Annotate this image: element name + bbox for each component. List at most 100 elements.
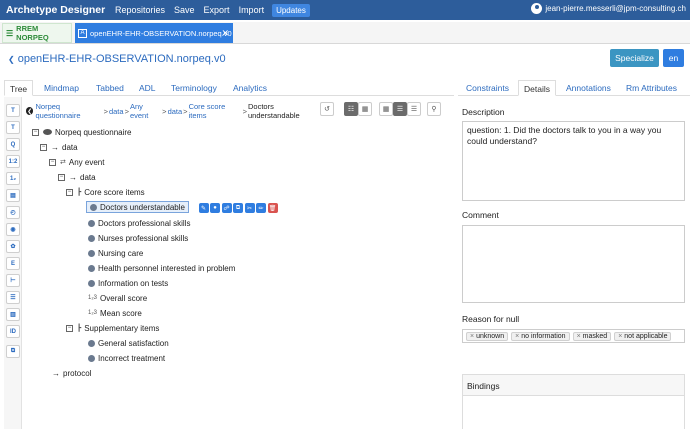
tree-node-any-event[interactable]: − ⇄ Any event bbox=[49, 156, 104, 168]
breadcrumb: ❮ Norpeq questionnaire > data > Any event >… bbox=[24, 102, 334, 120]
remove-icon[interactable]: × bbox=[515, 333, 519, 340]
repo-tab[interactable]: ☰ RREM NORPEQ bbox=[2, 23, 72, 43]
comment-field[interactable] bbox=[462, 225, 685, 303]
structure-icon[interactable]: ⊢ bbox=[6, 274, 20, 287]
null-reason-chip[interactable]: × unknown bbox=[466, 331, 509, 341]
tab-tree[interactable]: Tree bbox=[4, 80, 34, 96]
boolean-icon[interactable]: ◉ bbox=[6, 223, 20, 236]
count-icon: 1₂3 bbox=[88, 310, 98, 316]
breadcrumb-item[interactable]: Any event bbox=[130, 102, 161, 120]
list-view-icon[interactable]: ☰ bbox=[393, 102, 407, 116]
columns-view-icon[interactable]: ▦ bbox=[379, 102, 393, 116]
cluster-icon[interactable]: E bbox=[6, 257, 20, 270]
breadcrumb-item[interactable]: Norpeq questionnaire bbox=[35, 102, 102, 120]
tree-node-core-score-items[interactable]: − ┣ Core score items bbox=[66, 186, 145, 198]
link-icon[interactable]: ☍ bbox=[221, 203, 232, 213]
copy-icon[interactable]: ⧉ bbox=[6, 345, 20, 358]
identifier-icon[interactable]: ID bbox=[6, 325, 20, 338]
tree-node[interactable]: General satisfaction bbox=[88, 337, 169, 349]
compact-view-icon[interactable]: ☰ bbox=[407, 102, 421, 116]
open-archetype-tab[interactable]: A openEHR-EHR-OBSERVATION.norpeq.v0 ✕ bbox=[75, 23, 233, 43]
tree-node-data-2[interactable]: − → data bbox=[58, 171, 96, 183]
tree-node[interactable]: Health personnel interested in problem bbox=[88, 262, 235, 274]
description-label: Description bbox=[462, 107, 505, 117]
type-t-icon[interactable]: T bbox=[6, 104, 20, 117]
null-reason-chip[interactable]: × not applicable bbox=[614, 331, 672, 341]
collapse-icon[interactable]: − bbox=[66, 188, 73, 196]
nav-import[interactable]: Import bbox=[239, 5, 265, 15]
cut-icon[interactable]: ✂ bbox=[244, 203, 255, 213]
collapse-icon[interactable]: − bbox=[58, 173, 65, 181]
description-field[interactable]: question: 1. Did the doctors talk to you… bbox=[462, 121, 685, 201]
clock-icon[interactable]: ◴ bbox=[6, 206, 20, 219]
remove-icon[interactable]: × bbox=[470, 333, 474, 340]
breadcrumb-item[interactable]: data bbox=[168, 107, 183, 116]
breadcrumb-item[interactable]: data bbox=[109, 107, 124, 116]
collapse-icon[interactable]: − bbox=[49, 158, 56, 166]
search-icon[interactable]: ⚲ bbox=[427, 102, 441, 116]
tree-node-data[interactable]: − → data bbox=[40, 141, 78, 153]
collapse-icon[interactable]: − bbox=[32, 128, 39, 136]
remove-icon[interactable]: × bbox=[618, 333, 622, 340]
tree-node-root[interactable]: − Norpeq questionnaire bbox=[32, 126, 132, 138]
tab-constraints[interactable]: Constraints bbox=[466, 80, 509, 96]
quantity-icon[interactable]: Q bbox=[6, 138, 20, 151]
edit-icon[interactable]: ✎ bbox=[198, 203, 209, 213]
tree-node[interactable]: Nursing care bbox=[88, 247, 143, 259]
language-button[interactable]: en bbox=[663, 49, 684, 67]
copy-icon[interactable]: ⧉ bbox=[233, 203, 243, 213]
tab-rm-attributes[interactable]: Rm Attributes bbox=[626, 80, 677, 96]
tree-node-supplementary-items[interactable]: − ┣ Supplementary items bbox=[66, 322, 159, 334]
user-email: jean-pierre.messerli@jpm-consulting.ch bbox=[545, 4, 686, 13]
null-reason-chip[interactable]: × masked bbox=[572, 331, 612, 341]
specialize-button[interactable]: Specialize bbox=[610, 49, 659, 67]
tab-mindmap[interactable]: Mindmap bbox=[44, 80, 79, 96]
node-label: protocol bbox=[63, 368, 92, 378]
close-icon[interactable]: ✕ bbox=[221, 28, 229, 39]
breadcrumb-item[interactable]: Core score items bbox=[189, 102, 242, 120]
grid-view-icon[interactable]: ▦ bbox=[358, 102, 372, 116]
null-reason-select[interactable]: × unknown × no information × masked × not ap… bbox=[462, 329, 685, 343]
nav-export[interactable]: Export bbox=[204, 5, 230, 15]
tab-terminology[interactable]: Terminology bbox=[171, 80, 217, 96]
tree-node[interactable]: Incorrect treatment bbox=[88, 352, 165, 364]
occurrence-icon[interactable]: ● bbox=[210, 203, 220, 213]
user-menu[interactable]: jean-pierre.messerli@jpm-consulting.ch bbox=[531, 3, 686, 14]
event-icon: ⇄ bbox=[60, 159, 66, 166]
tab-analytics[interactable]: Analytics bbox=[233, 80, 267, 96]
top-navbar: Archetype Designer Repositories Save Exp… bbox=[0, 0, 690, 20]
remove-icon[interactable]: × bbox=[577, 333, 581, 340]
tree-node-protocol[interactable]: → protocol bbox=[52, 367, 91, 379]
count-icon[interactable]: 1₂ bbox=[6, 172, 20, 185]
chevron-left-icon[interactable]: ❮ bbox=[26, 107, 34, 115]
collapse-icon[interactable]: − bbox=[66, 324, 73, 332]
pencil-icon[interactable]: ✏ bbox=[256, 203, 266, 213]
text-t-icon[interactable]: T bbox=[6, 121, 20, 134]
updates-button[interactable]: Updates bbox=[272, 3, 310, 17]
ratio-icon[interactable]: 1:2 bbox=[6, 155, 20, 168]
tab-annotations[interactable]: Annotations bbox=[566, 80, 611, 96]
multimedia-icon[interactable]: ▥ bbox=[6, 308, 20, 321]
tree-node[interactable]: 1₂3 Mean score bbox=[88, 307, 142, 319]
nav-save[interactable]: Save bbox=[174, 5, 195, 15]
hierarchy-view-icon[interactable]: ☷ bbox=[344, 102, 358, 116]
tree-node[interactable]: 1₂3 Overall score bbox=[88, 292, 147, 304]
null-reason-chip[interactable]: × no information bbox=[511, 331, 570, 341]
tree-node[interactable]: Doctors professional skills bbox=[88, 217, 190, 229]
tree-node-selected[interactable]: Doctors understandable bbox=[86, 201, 189, 213]
chevron-left-icon[interactable]: ❮ bbox=[8, 55, 15, 64]
slot-icon[interactable]: ☰ bbox=[6, 291, 20, 304]
date-icon[interactable]: ▤ bbox=[6, 189, 20, 202]
delete-icon[interactable]: 🗑 bbox=[267, 203, 278, 213]
tab-adl[interactable]: ADL bbox=[139, 80, 156, 96]
undo-icon[interactable]: ↺ bbox=[320, 102, 334, 116]
nav-repositories[interactable]: Repositories bbox=[115, 5, 165, 15]
bindings-header[interactable]: Bindings bbox=[462, 374, 685, 396]
app-brand[interactable]: Archetype Designer bbox=[0, 4, 110, 16]
collapse-icon[interactable]: − bbox=[40, 143, 47, 151]
tree-node[interactable]: Nurses professional skills bbox=[88, 232, 188, 244]
tab-details[interactable]: Details bbox=[518, 80, 556, 96]
tree-node[interactable]: Information on tests bbox=[88, 277, 168, 289]
tab-tabbed[interactable]: Tabbed bbox=[96, 80, 124, 96]
coded-text-icon[interactable]: ✿ bbox=[6, 240, 20, 253]
